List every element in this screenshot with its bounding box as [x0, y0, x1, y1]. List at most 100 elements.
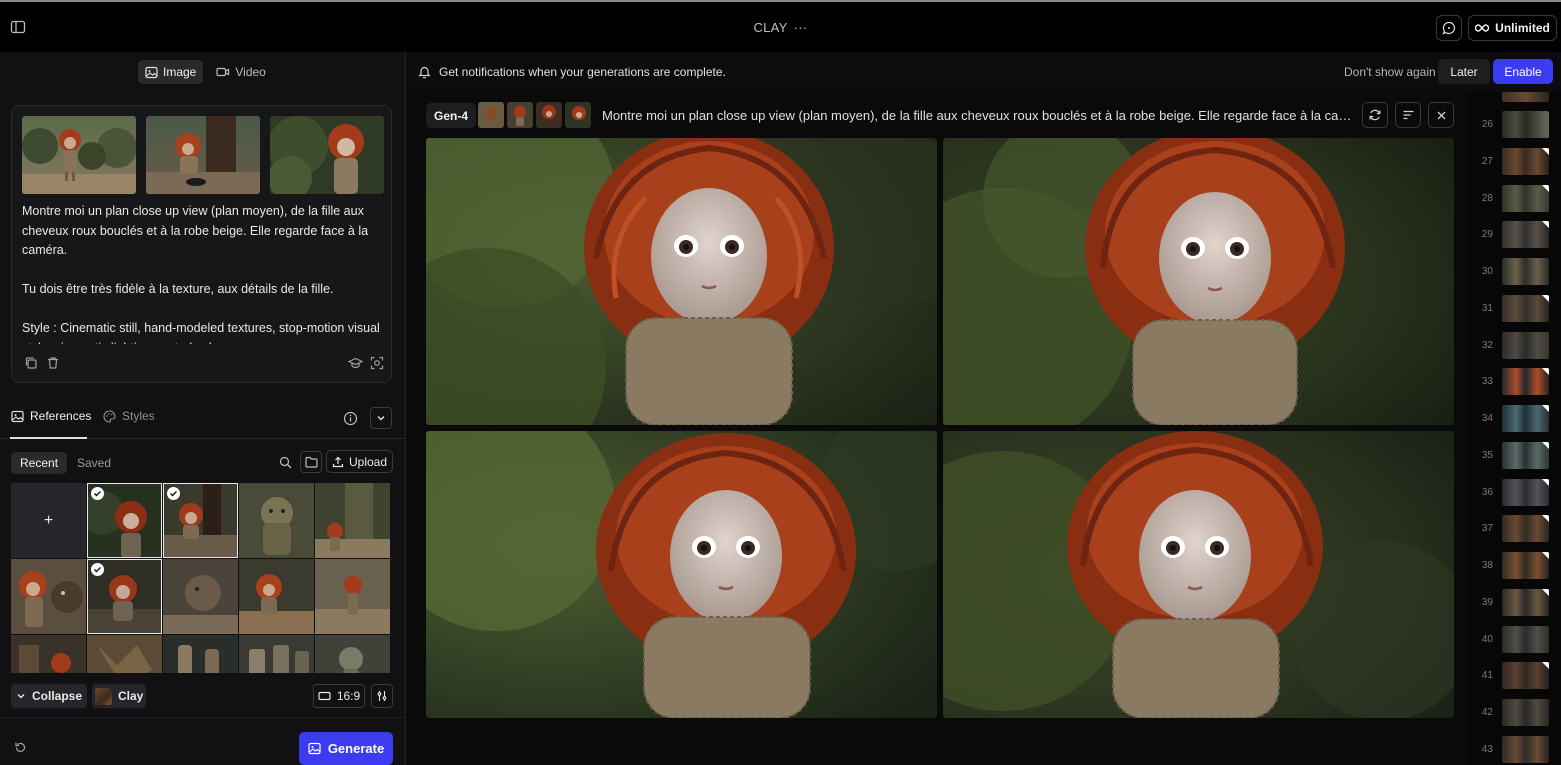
aspect-ratio-icon: [318, 691, 331, 701]
generation-reference-thumb[interactable]: [507, 102, 533, 128]
dont-show-again-link[interactable]: Don't show again: [1344, 65, 1436, 79]
reference-image[interactable]: [239, 483, 314, 558]
generate-button[interactable]: Generate: [299, 732, 393, 765]
plan-button[interactable]: Unlimited: [1468, 15, 1557, 41]
history-item[interactable]: 41: [1467, 662, 1561, 690]
history-item[interactable]: 37: [1467, 515, 1561, 543]
history-item[interactable]: 31: [1467, 294, 1561, 323]
reference-image[interactable]: [239, 635, 314, 673]
graduation-cap-icon[interactable]: [347, 356, 364, 372]
history-item[interactable]: 34: [1467, 405, 1561, 433]
folder-button[interactable]: [300, 451, 322, 473]
info-icon[interactable]: [343, 411, 359, 427]
reference-image[interactable]: [239, 559, 314, 634]
filter-recent[interactable]: Recent: [11, 452, 68, 474]
upload-button[interactable]: Upload: [326, 450, 393, 473]
collapse-button[interactable]: Collapse: [11, 684, 87, 708]
generation-reference-thumb[interactable]: [478, 102, 504, 128]
active-tab-indicator: [10, 437, 87, 439]
generation-prompt[interactable]: Montre moi un plan close up view (plan m…: [602, 108, 1352, 123]
search-button[interactable]: [274, 451, 296, 473]
expand-references-button[interactable]: [370, 407, 392, 429]
reference-image[interactable]: [87, 635, 162, 673]
history-item-number: 30: [1481, 266, 1493, 277]
history-item[interactable]: 40: [1467, 625, 1561, 654]
history-item-number: 36: [1481, 486, 1493, 498]
plan-label: Unlimited: [1495, 21, 1550, 35]
generation-reference-thumb[interactable]: [565, 102, 591, 128]
history-item[interactable]: 27: [1467, 147, 1561, 176]
history-item[interactable]: 36: [1467, 478, 1561, 507]
references-icon: [11, 410, 24, 422]
reference-filters: Recent Saved Upload: [0, 450, 406, 476]
generation-reference-thumb[interactable]: [536, 102, 562, 128]
history-thumbnail: [1502, 92, 1549, 102]
history-thumbnail: [1502, 405, 1549, 432]
history-item[interactable]: 26: [1467, 111, 1561, 139]
more-options-icon[interactable]: ···: [794, 20, 808, 35]
image-icon: [145, 66, 158, 78]
notification-banner: Get notifications when your generations …: [406, 52, 1561, 92]
regenerate-button[interactable]: [1362, 102, 1388, 128]
tab-image[interactable]: Image: [138, 60, 204, 84]
generated-image[interactable]: [426, 431, 937, 718]
notification-message: Get notifications when your generations …: [439, 65, 726, 79]
history-item[interactable]: 29: [1467, 221, 1561, 249]
history-item[interactable]: 42: [1467, 699, 1561, 727]
filter-saved[interactable]: Saved: [68, 452, 120, 474]
history-item[interactable]: 32: [1467, 331, 1561, 360]
reference-image[interactable]: [315, 559, 390, 634]
reference-tabs: References Styles: [0, 397, 406, 439]
mode-tabs: Image Video: [138, 60, 273, 84]
prompt-thumbnail[interactable]: [270, 116, 384, 194]
generated-image[interactable]: [943, 138, 1454, 425]
feedback-button[interactable]: [1436, 15, 1462, 41]
tab-video[interactable]: Video: [209, 60, 272, 84]
prompt-thumbnail[interactable]: [146, 116, 260, 194]
reference-image[interactable]: [11, 559, 86, 634]
history-item[interactable]: 38: [1467, 552, 1561, 580]
top-bar: CLAY ··· Unlimited: [0, 0, 1561, 52]
history-item-number: 39: [1481, 596, 1493, 608]
history-item[interactable]: 39: [1467, 588, 1561, 617]
history-item[interactable]: 35: [1467, 441, 1561, 470]
scan-icon[interactable]: [370, 356, 386, 372]
reference-image[interactable]: [315, 483, 390, 558]
reference-image[interactable]: [163, 483, 238, 558]
copy-icon[interactable]: [24, 356, 40, 372]
aspect-ratio-label: 16:9: [336, 689, 361, 703]
generation-header: Gen-4 Montre moi un plan close up view (…: [426, 102, 1456, 129]
enable-button[interactable]: Enable: [1493, 59, 1553, 84]
later-button[interactable]: Later: [1438, 59, 1490, 84]
new-indicator-icon: [1542, 184, 1549, 192]
reference-image[interactable]: [315, 635, 390, 673]
history-item[interactable]: [1467, 92, 1561, 110]
project-title[interactable]: CLAY ···: [0, 20, 1561, 35]
trash-icon[interactable]: [46, 356, 62, 372]
sliders-icon: [377, 691, 387, 701]
prompt-thumbnail[interactable]: [22, 116, 136, 194]
reference-image[interactable]: [163, 559, 238, 634]
aspect-ratio-button[interactable]: 16:9: [313, 684, 365, 708]
tab-styles[interactable]: Styles: [103, 409, 155, 423]
reference-image[interactable]: [163, 635, 238, 673]
generated-image[interactable]: [426, 138, 937, 425]
prompt-text[interactable]: Montre moi un plan close up view (plan m…: [22, 202, 382, 344]
style-chip[interactable]: Clay: [92, 684, 146, 708]
history-thumbnail: [1502, 552, 1549, 579]
add-reference-button[interactable]: +: [11, 483, 86, 558]
reset-icon[interactable]: [14, 741, 30, 757]
advanced-settings-button[interactable]: [371, 684, 393, 708]
history-item[interactable]: 30: [1467, 258, 1561, 286]
reference-image[interactable]: [87, 559, 162, 634]
history-item[interactable]: 43: [1467, 735, 1561, 764]
tab-references[interactable]: References: [11, 409, 91, 423]
reference-image[interactable]: [11, 635, 86, 673]
details-button[interactable]: [1395, 102, 1421, 128]
generated-image[interactable]: [943, 431, 1454, 718]
prompt-card[interactable]: Montre moi un plan close up view (plan m…: [11, 105, 392, 383]
reference-image[interactable]: [87, 483, 162, 558]
close-button[interactable]: [1428, 102, 1454, 128]
history-item[interactable]: 28: [1467, 184, 1561, 213]
history-item[interactable]: 33: [1467, 368, 1561, 396]
